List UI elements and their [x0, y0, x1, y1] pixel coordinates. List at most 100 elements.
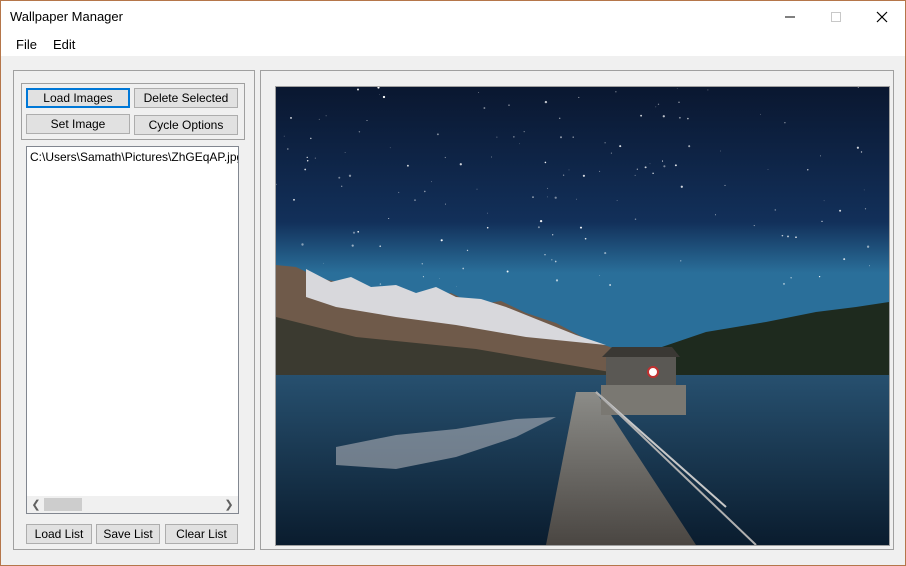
- app-window: Wallpaper Manager File Edit Load Images …: [0, 0, 906, 566]
- star: [366, 119, 368, 122]
- star: [688, 145, 691, 148]
- image-list[interactable]: C:\Users\Samath\Pictures\ZhGEqAP.jpg ❮ ❯: [26, 146, 239, 514]
- star: [491, 156, 492, 158]
- list-item[interactable]: C:\Users\Samath\Pictures\ZhGEqAP.jpg: [30, 150, 238, 164]
- star: [790, 277, 792, 279]
- scroll-right-icon[interactable]: ❯: [221, 497, 237, 512]
- star: [724, 184, 726, 186]
- star: [444, 203, 446, 205]
- star: [674, 164, 677, 167]
- star: [856, 146, 859, 149]
- close-icon: [876, 11, 888, 22]
- star: [304, 168, 307, 171]
- star: [680, 260, 682, 262]
- star: [357, 230, 360, 233]
- star: [821, 220, 823, 223]
- star: [357, 88, 359, 91]
- star: [544, 253, 546, 256]
- star: [774, 209, 777, 211]
- star: [466, 249, 469, 252]
- star: [868, 265, 871, 267]
- star: [286, 148, 289, 150]
- star: [552, 234, 554, 236]
- star: [306, 156, 308, 159]
- star: [599, 275, 601, 276]
- star: [436, 133, 439, 136]
- star: [439, 277, 440, 279]
- star: [615, 91, 617, 93]
- star: [640, 114, 643, 117]
- star: [568, 169, 570, 171]
- star: [610, 152, 612, 154]
- star: [318, 118, 320, 120]
- star: [487, 212, 488, 214]
- load-list-button[interactable]: Load List: [26, 524, 92, 544]
- star: [322, 262, 324, 264]
- delete-selected-button[interactable]: Delete Selected: [134, 88, 238, 108]
- star: [555, 279, 559, 282]
- cycle-options-button[interactable]: Cycle Options: [134, 115, 238, 135]
- load-images-button[interactable]: Load Images: [26, 88, 130, 108]
- star: [431, 181, 432, 183]
- star: [544, 100, 548, 104]
- star: [382, 95, 386, 99]
- star: [619, 145, 622, 148]
- star: [306, 160, 309, 162]
- star: [537, 226, 540, 229]
- scroll-left-icon[interactable]: ❮: [28, 497, 44, 512]
- star: [544, 161, 547, 164]
- star: [572, 136, 574, 138]
- star: [753, 225, 755, 227]
- star: [379, 94, 380, 95]
- star: [338, 176, 341, 179]
- maximize-icon: [831, 11, 841, 22]
- minimize-icon: [785, 16, 795, 17]
- star: [576, 198, 577, 200]
- star: [676, 88, 678, 89]
- star: [379, 245, 382, 248]
- horizontal-scrollbar[interactable]: ❮ ❯: [27, 496, 238, 513]
- star: [486, 226, 489, 229]
- clear-list-button[interactable]: Clear List: [165, 524, 238, 544]
- star: [599, 170, 601, 172]
- star: [554, 260, 557, 263]
- star: [532, 196, 534, 198]
- star: [462, 267, 465, 270]
- window-title: Wallpaper Manager: [10, 9, 123, 24]
- set-image-button[interactable]: Set Image: [26, 114, 130, 134]
- star: [818, 275, 821, 278]
- maximize-button[interactable]: [813, 1, 859, 32]
- star: [760, 113, 762, 115]
- minimize-button[interactable]: [767, 1, 813, 32]
- star: [843, 258, 846, 261]
- star: [661, 160, 664, 162]
- star: [784, 122, 786, 124]
- star: [325, 115, 327, 117]
- save-list-button[interactable]: Save List: [96, 524, 160, 544]
- star: [864, 208, 867, 210]
- title-bar[interactable]: Wallpaper Manager: [1, 1, 905, 32]
- star: [807, 169, 809, 171]
- star: [578, 96, 580, 98]
- star: [310, 137, 312, 140]
- star: [398, 191, 400, 194]
- star: [388, 217, 390, 220]
- star: [839, 209, 842, 212]
- star: [823, 200, 825, 202]
- close-button[interactable]: [859, 1, 905, 32]
- star: [554, 196, 557, 199]
- star: [358, 131, 361, 133]
- scrollbar-thumb[interactable]: [44, 498, 82, 511]
- star: [414, 199, 416, 201]
- star: [579, 226, 583, 229]
- star: [539, 219, 543, 223]
- menu-file[interactable]: File: [16, 37, 37, 52]
- menu-edit[interactable]: Edit: [53, 37, 75, 52]
- star: [348, 174, 352, 177]
- star: [440, 239, 443, 242]
- star: [508, 104, 510, 106]
- star: [523, 130, 525, 133]
- star: [657, 103, 660, 105]
- star: [609, 284, 611, 286]
- star: [636, 168, 638, 170]
